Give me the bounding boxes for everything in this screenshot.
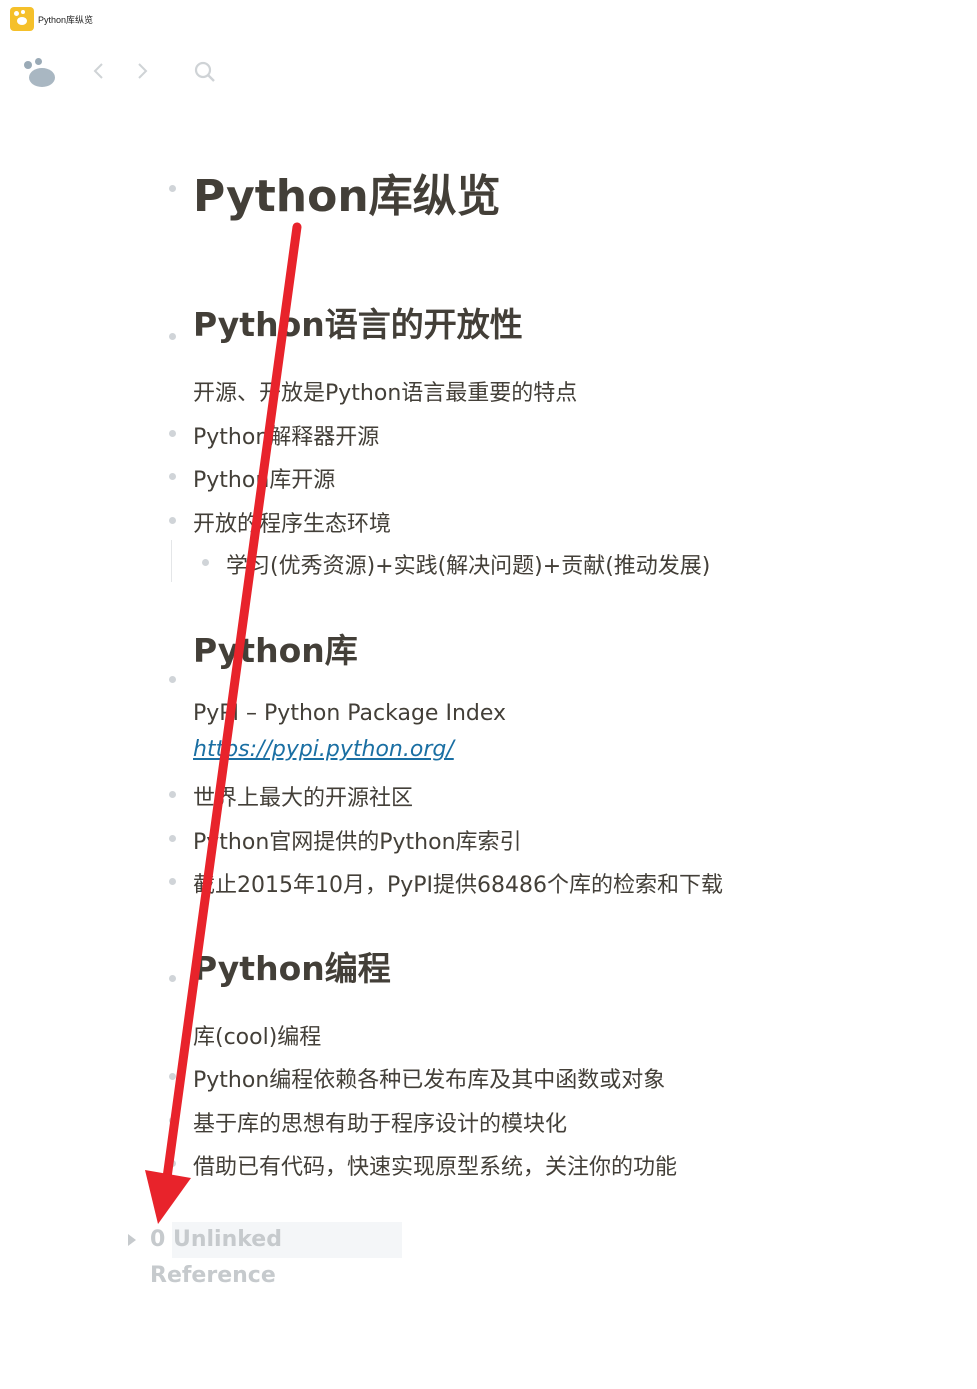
block-bullet[interactable] [169,430,176,437]
block-bullet[interactable] [169,1117,176,1124]
pypi-link[interactable]: https://pypi.python.org/ [193,737,454,762]
section-heading[interactable]: Python语言的开放性 [193,298,523,346]
block-bullet[interactable] [169,676,176,683]
block-text[interactable]: Python库开源 [193,462,335,494]
block-bullet[interactable] [169,473,176,480]
block-text[interactable]: Python官网提供的Python库索引 [193,824,522,856]
block-bullet[interactable] [169,517,176,524]
block-text[interactable]: Python编程依赖各种已发布库及其中函数或对象 [193,1062,665,1094]
block-bullet[interactable] [169,878,176,885]
page-content: Python库纵览 Python语言的开放性 开源、开放是Python语言最重要… [0,0,977,1389]
block-bullet[interactable] [169,185,176,192]
block-bullet[interactable] [169,791,176,798]
caret-right-icon[interactable] [128,1234,136,1246]
block-bullet[interactable] [169,1073,176,1080]
section-heading[interactable]: Python编程 [193,942,391,990]
block-bullet[interactable] [169,835,176,842]
page-title[interactable]: Python库纵览 [193,160,501,224]
block-text[interactable]: 开放的程序生态环境 [193,506,391,538]
block-text[interactable]: 学习(优秀资源)+实践(解决问题)+贡献(推动发展) [226,548,710,580]
block-text[interactable]: 截止2015年10月，PyPI提供68486个库的检索和下载 [193,867,723,899]
block-bullet[interactable] [169,333,176,340]
child-guide-line [171,540,172,582]
block-text[interactable]: 库(cool)编程 [193,1019,321,1051]
block-bullet[interactable] [202,559,209,566]
section-heading[interactable]: Python库 [193,624,358,672]
block-text[interactable]: 开源、开放是Python语言最重要的特点 [193,375,577,407]
block-text[interactable]: 世界上最大的开源社区 [193,780,413,812]
block-text[interactable]: 基于库的思想有助于程序设计的模块化 [193,1106,567,1138]
unlinked-reference-toggle[interactable]: 0 Unlinked Reference [150,1222,402,1288]
block-bullet[interactable] [169,975,176,982]
block-text[interactable]: PyPI – Python Package Index [193,701,506,726]
block-bullet[interactable] [169,1160,176,1167]
block-text[interactable]: 借助已有代码，快速实现原型系统，关注你的功能 [193,1149,677,1181]
block-text[interactable]: Python解释器开源 [193,419,379,451]
